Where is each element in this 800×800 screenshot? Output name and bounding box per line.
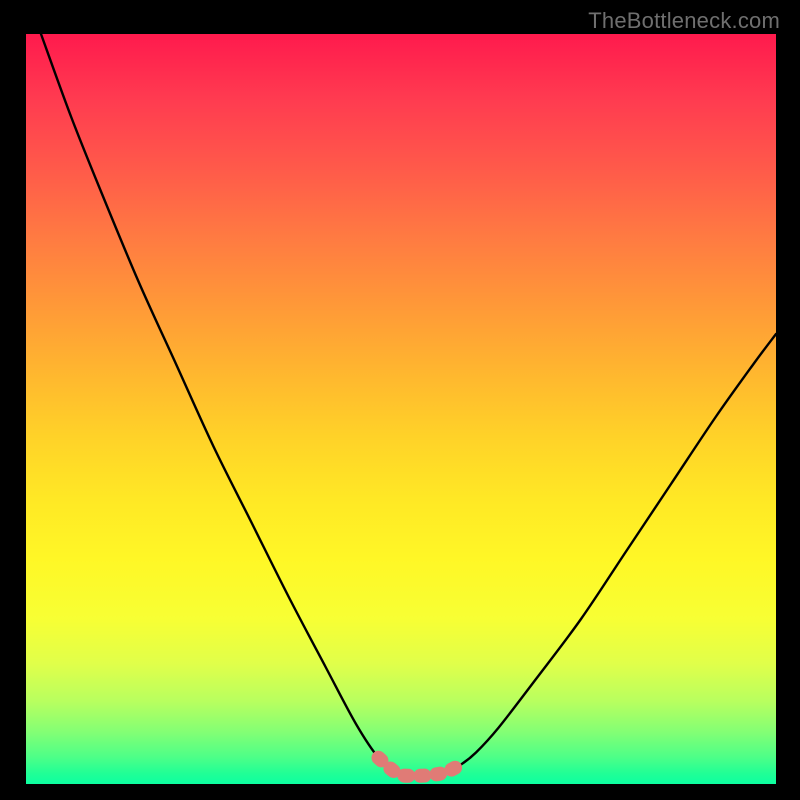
chart-svg (26, 34, 776, 784)
bottleneck-curve-path (41, 34, 776, 776)
chart-plot-area (26, 34, 776, 784)
valley-marker (379, 758, 462, 776)
watermark-text: TheBottleneck.com (588, 8, 780, 34)
chart-frame: TheBottleneck.com (0, 0, 800, 800)
